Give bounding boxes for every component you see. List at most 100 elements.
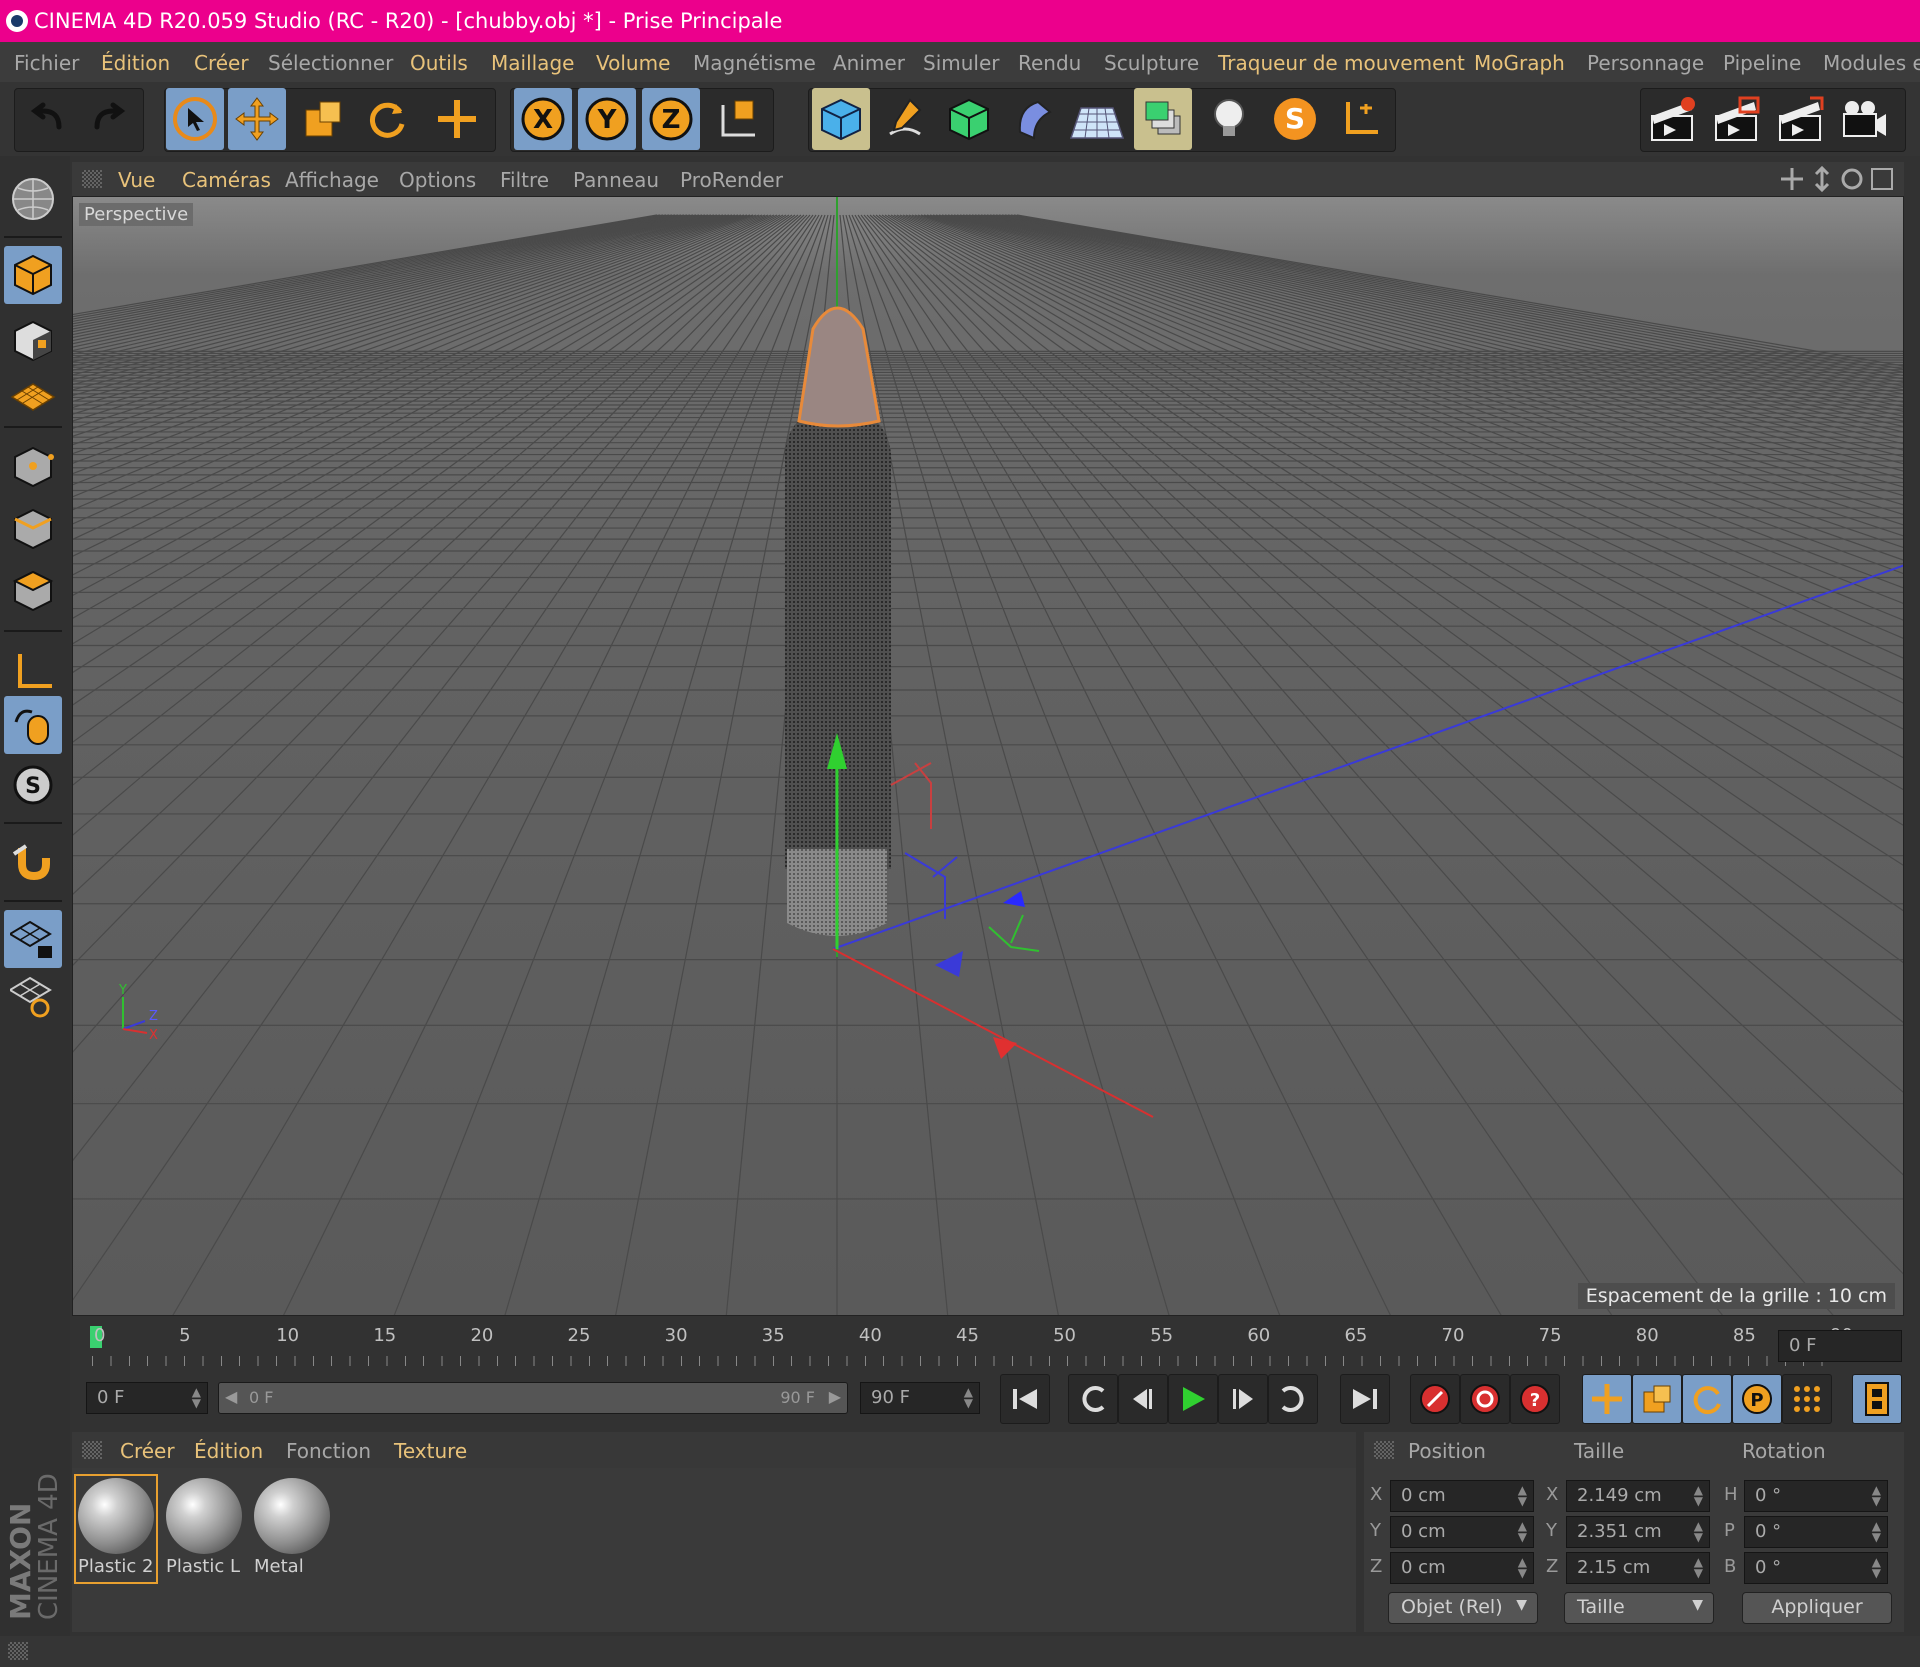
- sketch-toon-button[interactable]: S: [1266, 88, 1324, 150]
- tweak-mode-button[interactable]: [4, 696, 62, 754]
- timeline-ruler[interactable]: 051015202530354045505560657075808590: [72, 1320, 1920, 1370]
- next-frame-button[interactable]: [1218, 1374, 1268, 1424]
- bend-deformer-button[interactable]: [1004, 88, 1062, 150]
- axis-mode-button[interactable]: [4, 642, 62, 700]
- preview-end-field[interactable]: 90 F ▲ ▼: [860, 1382, 980, 1414]
- coordinate-system-button[interactable]: [710, 88, 768, 150]
- panel-grip[interactable]: [8, 1642, 28, 1660]
- light-button[interactable]: [1200, 88, 1258, 150]
- previous-frame-button[interactable]: [1118, 1374, 1168, 1424]
- render-settings-button[interactable]: [1772, 88, 1830, 150]
- current-frame-field[interactable]: 0 F: [1778, 1330, 1902, 1362]
- scale-button[interactable]: [294, 88, 352, 150]
- material-item[interactable]: Metal: [252, 1476, 332, 1582]
- texture-mode-button[interactable]: [4, 312, 62, 370]
- preview-range-slider[interactable]: ◀ 0 F 90 F ▶: [218, 1382, 848, 1414]
- live-selection-button[interactable]: [166, 88, 224, 150]
- material-item[interactable]: Plastic L: [164, 1476, 244, 1582]
- menu-personnage[interactable]: Personnage: [1587, 51, 1704, 75]
- key-parameter-button[interactable]: P: [1732, 1374, 1782, 1424]
- lock-y-button[interactable]: Y: [578, 88, 636, 150]
- recent-tool-button[interactable]: [428, 88, 486, 150]
- material-item[interactable]: Plastic 2: [74, 1474, 158, 1584]
- scene-objects-button[interactable]: [1134, 88, 1192, 150]
- move-button[interactable]: [228, 88, 286, 150]
- planar-workplane-button[interactable]: [4, 968, 62, 1026]
- material-menu-fonction[interactable]: Fonction: [286, 1439, 371, 1463]
- rotation-b-field[interactable]: 0 ° ▲ ▼: [1744, 1552, 1888, 1584]
- edges-mode-button[interactable]: [4, 500, 62, 558]
- menu-maillage[interactable]: Maillage: [491, 51, 574, 75]
- lock-x-button[interactable]: X: [514, 88, 572, 150]
- size-x-field[interactable]: 2.149 cm ▲ ▼: [1566, 1480, 1710, 1512]
- pan-icon[interactable]: [1781, 168, 1803, 190]
- position-y-field[interactable]: 0 cm ▲ ▼: [1390, 1516, 1534, 1548]
- viewport-menu-options[interactable]: Options: [399, 168, 476, 192]
- coordinate-mode-select[interactable]: Objet (Rel) ▼: [1388, 1592, 1538, 1624]
- go-to-end-button[interactable]: [1340, 1374, 1390, 1424]
- cube-object-button[interactable]: [812, 88, 870, 150]
- locked-workplane-button[interactable]: [4, 910, 62, 968]
- record-button[interactable]: [1410, 1374, 1460, 1424]
- viewport-menu-filtre[interactable]: Filtre: [500, 168, 549, 192]
- material-menu-creer[interactable]: Créer: [120, 1439, 175, 1463]
- menu-selectionner[interactable]: Sélectionner: [268, 51, 393, 75]
- panel-grip[interactable]: [1374, 1441, 1394, 1459]
- rotation-h-field[interactable]: 0 ° ▲ ▼: [1744, 1480, 1888, 1512]
- render-view-button[interactable]: [1644, 88, 1702, 150]
- position-z-field[interactable]: 0 cm ▲ ▼: [1390, 1552, 1534, 1584]
- viewport-menu-panneau[interactable]: Panneau: [573, 168, 659, 192]
- menu-mograph[interactable]: MoGraph: [1474, 51, 1565, 75]
- apply-button[interactable]: Appliquer: [1742, 1592, 1892, 1624]
- undo-button[interactable]: [18, 88, 76, 150]
- menu-edition[interactable]: Édition: [101, 51, 170, 75]
- material-menu-edition[interactable]: Édition: [194, 1439, 263, 1463]
- magnet-button[interactable]: [4, 834, 62, 892]
- viewport-menu-cameras[interactable]: Caméras: [182, 168, 271, 192]
- key-pla-button[interactable]: [1782, 1374, 1832, 1424]
- menu-fichier[interactable]: Fichier: [14, 51, 79, 75]
- timeline-window-button[interactable]: [1852, 1374, 1902, 1424]
- pen-spline-button[interactable]: [876, 88, 934, 150]
- preview-start-field[interactable]: 0 F ▲ ▼: [86, 1382, 208, 1414]
- rotation-p-field[interactable]: 0 ° ▲ ▼: [1744, 1516, 1888, 1548]
- joint-button[interactable]: [1332, 88, 1390, 150]
- model-mode-button[interactable]: [4, 246, 62, 304]
- rotate-button[interactable]: [358, 88, 416, 150]
- menu-modules[interactable]: Modules e: [1823, 51, 1920, 75]
- menu-simuler[interactable]: Simuler: [923, 51, 1000, 75]
- orbit-icon[interactable]: [1841, 168, 1863, 190]
- previous-key-button[interactable]: [1068, 1374, 1118, 1424]
- viewport-camera-label[interactable]: Perspective: [79, 203, 194, 226]
- position-x-field[interactable]: 0 cm ▲ ▼: [1390, 1480, 1534, 1512]
- snap-button[interactable]: S: [4, 756, 62, 814]
- viewport-menu-vue[interactable]: Vue: [118, 168, 155, 192]
- render-picture-viewer-button[interactable]: [1708, 88, 1766, 150]
- polygons-mode-button[interactable]: [4, 562, 62, 620]
- key-rotation-button[interactable]: [1682, 1374, 1732, 1424]
- points-mode-button[interactable]: [4, 438, 62, 496]
- menu-pipeline[interactable]: Pipeline: [1723, 51, 1801, 75]
- menu-traqueur[interactable]: Traqueur de mouvement: [1218, 51, 1465, 75]
- maximize-icon[interactable]: [1871, 168, 1893, 190]
- menu-sculpture[interactable]: Sculpture: [1104, 51, 1199, 75]
- material-menu-texture[interactable]: Texture: [394, 1439, 467, 1463]
- redo-button[interactable]: [80, 88, 138, 150]
- zoom-icon[interactable]: [1814, 166, 1830, 192]
- next-key-button[interactable]: [1268, 1374, 1318, 1424]
- viewport-menu-affichage[interactable]: Affichage: [285, 168, 379, 192]
- keyframe-selection-button[interactable]: ?: [1510, 1374, 1560, 1424]
- menu-animer[interactable]: Animer: [833, 51, 905, 75]
- size-y-field[interactable]: 2.351 cm ▲ ▼: [1566, 1516, 1710, 1548]
- floor-button[interactable]: [1068, 88, 1126, 150]
- play-button[interactable]: [1168, 1374, 1218, 1424]
- go-to-start-button[interactable]: [1000, 1374, 1050, 1424]
- menu-outils[interactable]: Outils: [410, 51, 468, 75]
- perspective-viewport[interactable]: Y Z X Perspective Espacement de la grill…: [72, 196, 1904, 1316]
- viewport-menu-prorender[interactable]: ProRender: [680, 168, 783, 192]
- autokey-button[interactable]: [1460, 1374, 1510, 1424]
- menu-creer[interactable]: Créer: [194, 51, 249, 75]
- workplane-mode-button[interactable]: [4, 368, 62, 426]
- camera-button[interactable]: [1836, 88, 1894, 150]
- subdivision-button[interactable]: [940, 88, 998, 150]
